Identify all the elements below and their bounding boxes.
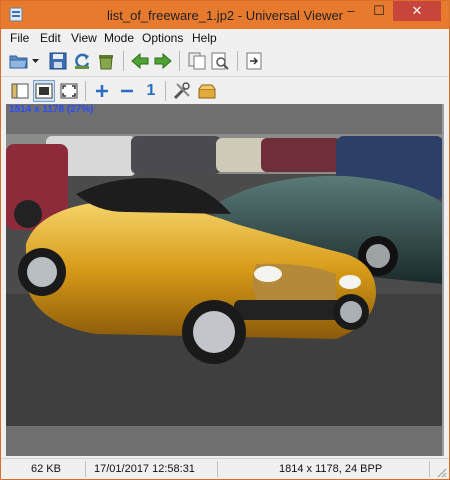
image-content bbox=[6, 134, 444, 426]
status-divider bbox=[85, 461, 86, 477]
copy-button[interactable] bbox=[186, 50, 208, 72]
status-file-date: 17/01/2017 12:58:31 bbox=[94, 463, 195, 475]
status-divider bbox=[429, 461, 430, 477]
image-viewport[interactable]: 1814 x 1178 (27%) bbox=[6, 104, 444, 456]
menu-edit[interactable]: Edit bbox=[40, 31, 61, 45]
menu-mode[interactable]: Mode bbox=[104, 31, 134, 45]
recycle-bin-icon bbox=[99, 55, 113, 70]
copy-icon bbox=[188, 52, 206, 70]
close-button[interactable]: ✕ bbox=[393, 1, 441, 21]
fullscreen-icon bbox=[60, 83, 78, 99]
zoom-in-icon bbox=[96, 85, 108, 97]
back-button[interactable] bbox=[129, 50, 151, 72]
forward-button[interactable] bbox=[152, 50, 174, 72]
zoom-out-button[interactable] bbox=[116, 80, 138, 102]
toolbar-separator bbox=[165, 81, 166, 101]
main-toolbar bbox=[1, 47, 449, 75]
fullscreen-button[interactable] bbox=[58, 80, 80, 102]
minimize-button[interactable]: ‒ bbox=[337, 1, 365, 21]
reload-button[interactable] bbox=[71, 50, 93, 72]
tools-icon bbox=[173, 82, 190, 100]
menu-options[interactable]: Options bbox=[142, 31, 183, 45]
save-button[interactable] bbox=[47, 50, 69, 72]
menu-bar: File Edit View Mode Options Help bbox=[1, 29, 449, 47]
main-window: list_of_freeware_1.jp2 - Universal Viewe… bbox=[0, 0, 450, 480]
back-arrow-icon bbox=[131, 53, 149, 69]
status-file-size: 62 KB bbox=[31, 463, 61, 475]
fit-window-button[interactable] bbox=[33, 80, 55, 102]
title-bar[interactable]: list_of_freeware_1.jp2 - Universal Viewe… bbox=[1, 1, 449, 29]
menu-view[interactable]: View bbox=[71, 31, 97, 45]
original-size-icon: 1 bbox=[146, 82, 156, 99]
plugins-button[interactable] bbox=[196, 80, 218, 102]
resize-grip-icon[interactable] bbox=[437, 468, 447, 478]
open-button[interactable] bbox=[8, 50, 30, 72]
toolbar-separator bbox=[179, 51, 180, 71]
toolbar-separator bbox=[85, 81, 86, 101]
save-icon bbox=[49, 52, 67, 70]
view-toolbar: 1 bbox=[1, 76, 449, 105]
zoom-out-icon bbox=[121, 89, 133, 93]
menu-help[interactable]: Help bbox=[192, 31, 217, 45]
status-divider bbox=[217, 461, 218, 477]
print-preview-button[interactable] bbox=[209, 50, 231, 72]
original-size-button[interactable]: 1 bbox=[140, 80, 162, 102]
panel-button[interactable] bbox=[9, 80, 31, 102]
zoom-in-button[interactable] bbox=[91, 80, 113, 102]
plugins-icon bbox=[198, 84, 216, 99]
toolbar-separator bbox=[123, 51, 124, 71]
open-dropdown-button[interactable] bbox=[31, 50, 41, 72]
print-preview-icon bbox=[211, 52, 229, 70]
open-icon bbox=[9, 55, 28, 69]
exit-button[interactable] bbox=[243, 50, 265, 72]
tools-button[interactable] bbox=[171, 80, 193, 102]
dropdown-arrow-icon bbox=[32, 59, 39, 63]
forward-arrow-icon bbox=[154, 53, 172, 69]
toolbar-separator bbox=[237, 51, 238, 71]
fit-window-icon bbox=[35, 83, 53, 99]
exit-icon bbox=[246, 52, 262, 70]
recycle-bin-button[interactable] bbox=[95, 50, 117, 72]
viewport-edge bbox=[442, 104, 444, 456]
panel-icon bbox=[11, 83, 29, 99]
reload-icon bbox=[75, 53, 90, 69]
status-image-info: 1814 x 1178, 24 BPP bbox=[279, 463, 383, 475]
maximize-button[interactable]: ☐ bbox=[365, 1, 393, 21]
status-bar: 62 KB 17/01/2017 12:58:31 1814 x 1178, 2… bbox=[1, 458, 449, 479]
image-dimensions-label: 1814 x 1178 (27%) bbox=[9, 104, 94, 115]
menu-file[interactable]: File bbox=[10, 31, 29, 45]
